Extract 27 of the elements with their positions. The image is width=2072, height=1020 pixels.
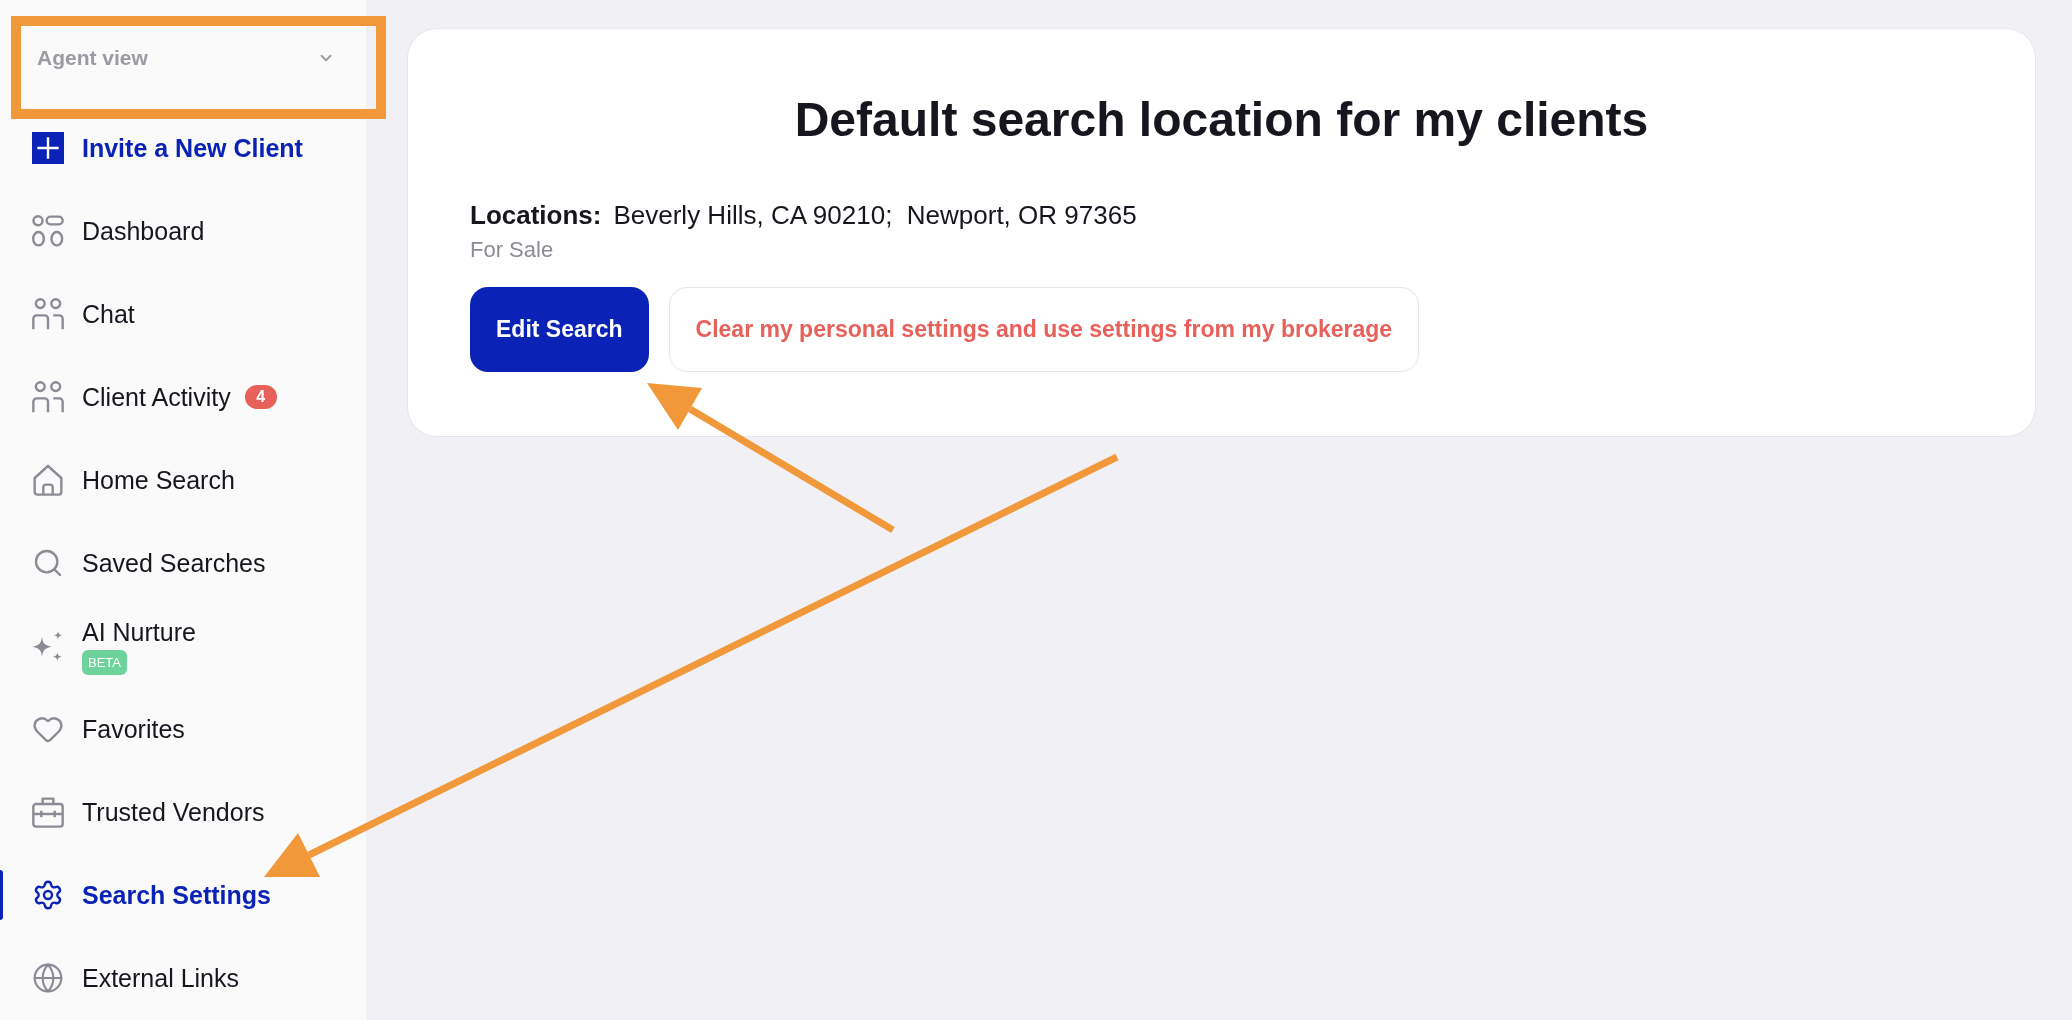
nav-item[interactable]: Invite a New Client [32,131,303,164]
globe-icon [32,961,64,994]
nav-item[interactable]: Saved Searches [32,546,266,579]
count-badge: 4 [244,384,277,409]
nav-item[interactable]: Client Activity 4 [32,380,277,413]
plus-icon [32,131,64,164]
listing-type: For Sale [470,236,554,264]
nav-item[interactable]: Dashboard [32,214,205,247]
nav-item[interactable]: AI Nurture BETA [32,616,196,675]
nav-item[interactable]: Search Settings [32,878,271,911]
toolbox-icon [32,795,64,828]
nav-item[interactable]: Trusted Vendors [32,795,265,828]
locations-value: Beverly Hills, CA 90210; Newport, OR 97365 [613,199,1137,232]
locations-label: Locations: [470,199,602,232]
settings-icon [32,878,64,911]
dashboard-icon [32,214,64,247]
active-indicator [0,869,3,920]
card-title: Default search location for my clients [794,92,1649,148]
edit-search-button[interactable]: Edit Search [470,287,649,372]
people-icon [32,380,64,413]
nav-item[interactable]: Favorites [32,712,185,745]
beta-tag: BETA [82,650,127,675]
nav-item[interactable]: Home Search [32,463,235,496]
nav-item[interactable]: External Links [32,961,240,994]
home-icon [32,463,64,496]
people-icon [32,297,64,330]
nav-item[interactable]: Chat [32,297,135,330]
